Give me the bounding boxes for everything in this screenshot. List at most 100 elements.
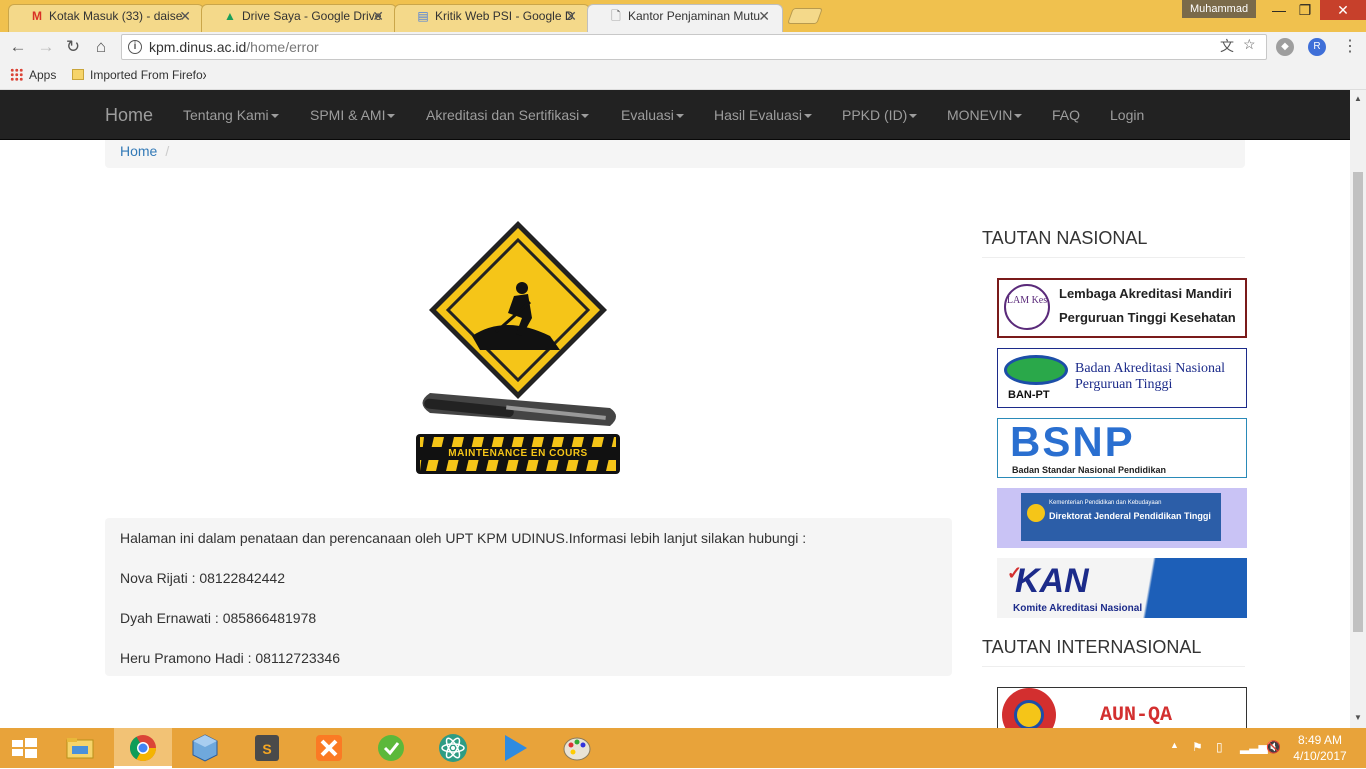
tab-google-drive[interactable]: ▲ Drive Saya - Google Drive ✕ bbox=[201, 4, 397, 32]
aun-qa-link[interactable]: AUN-QA bbox=[997, 687, 1247, 728]
close-tab-icon[interactable]: ✕ bbox=[758, 5, 770, 27]
page-scrollbar[interactable]: ▲ ▼ bbox=[1350, 90, 1366, 728]
nav-faq[interactable]: FAQ bbox=[1052, 90, 1080, 140]
scrollbar-thumb[interactable] bbox=[1353, 172, 1363, 632]
google-docs-icon: ▤ bbox=[417, 9, 429, 23]
ban-pt-emblem-icon bbox=[1004, 355, 1068, 385]
nav-monevin[interactable]: MONEVIN bbox=[947, 90, 1023, 140]
media-player-icon[interactable] bbox=[499, 732, 531, 764]
close-tab-icon[interactable]: ✕ bbox=[565, 5, 577, 27]
dikti-ministry-text: Kementerian Pendidikan dan Kebudayaan bbox=[1049, 500, 1162, 506]
kan-check-icon: ✓ bbox=[1007, 563, 1023, 583]
flag-icon[interactable]: ⚑ bbox=[1192, 740, 1203, 754]
bookmark-star-icon[interactable]: ☆ bbox=[1243, 36, 1256, 53]
tut-wuri-icon bbox=[1027, 504, 1045, 522]
file-explorer-icon[interactable] bbox=[64, 732, 96, 764]
page-icon: 🗋 bbox=[611, 9, 621, 23]
nav-evaluasi[interactable]: Evaluasi bbox=[621, 90, 684, 140]
translate-icon[interactable]: 文 bbox=[1220, 36, 1234, 56]
asean-emblem-inner bbox=[1014, 700, 1044, 728]
tab-gmail[interactable]: M Kotak Masuk (33) - daise ✕ bbox=[8, 4, 204, 32]
lam-ptkes-line2: Perguruan Tinggi Kesehatan bbox=[1059, 310, 1236, 325]
imported-folder-bookmark[interactable]: Imported From Firefox bbox=[72, 68, 206, 82]
clock-date: 4/10/2017 bbox=[1293, 749, 1347, 763]
nav-login[interactable]: Login bbox=[1110, 90, 1144, 140]
breadcrumb-separator: / bbox=[165, 143, 170, 159]
reload-icon[interactable]: ↻ bbox=[63, 37, 83, 57]
sublime-text-icon[interactable]: S bbox=[251, 732, 283, 764]
tab-google-docs[interactable]: ▤ Kritik Web PSI - Google D ✕ bbox=[394, 4, 590, 32]
window-close-icon[interactable]: ✕ bbox=[1320, 0, 1366, 20]
caret-down-icon bbox=[581, 114, 590, 118]
nav-tentang-kami[interactable]: Tentang Kami bbox=[183, 90, 279, 140]
info-icon[interactable]: i bbox=[128, 40, 142, 54]
tab-title: Drive Saya - Google Drive bbox=[242, 9, 382, 23]
google-drive-icon: ▲ bbox=[224, 9, 236, 23]
caret-down-icon bbox=[270, 114, 279, 118]
caret-down-icon bbox=[1014, 114, 1023, 118]
kan-link[interactable]: KAN ✓ Komite Akreditasi Nasional bbox=[997, 558, 1247, 618]
nav-ppkd[interactable]: PPKD (ID) bbox=[842, 90, 918, 140]
site-navbar: Home Tentang Kami SPMI & AMI Akreditasi … bbox=[0, 90, 1350, 140]
folder-icon bbox=[72, 69, 84, 80]
green-app-icon[interactable] bbox=[375, 732, 407, 764]
address-bar[interactable]: i kpm.dinus.ac.id/home/error bbox=[121, 34, 1267, 60]
caret-down-icon bbox=[803, 114, 812, 118]
atom-icon[interactable] bbox=[437, 732, 469, 764]
scroll-down-icon[interactable]: ▼ bbox=[1354, 713, 1362, 722]
tab-kpm-active[interactable]: 🗋 Kantor Penjaminan Mutu ✕ bbox=[587, 4, 783, 33]
lam-ptkes-line1: Lembaga Akreditasi Mandiri bbox=[1059, 286, 1232, 301]
scroll-up-icon[interactable]: ▲ bbox=[1354, 94, 1362, 103]
bsnp-link[interactable]: BSNP Badan Standar Nasional Pendidikan bbox=[997, 418, 1247, 478]
home-icon[interactable]: ⌂ bbox=[91, 37, 111, 57]
tab-title: Kantor Penjaminan Mutu bbox=[628, 9, 761, 23]
nav-spmi-ami[interactable]: SPMI & AMI bbox=[310, 90, 396, 140]
nav-brand-home[interactable]: Home bbox=[105, 90, 153, 140]
maintenance-banner-text: MAINTENANCE EN COURS bbox=[448, 448, 588, 459]
gmail-icon: M bbox=[32, 9, 42, 23]
new-tab-button[interactable] bbox=[787, 8, 823, 24]
browser-toolbar: ← → ↻ ⌂ i kpm.dinus.ac.id/home/error 文 ☆… bbox=[0, 32, 1366, 62]
close-tab-icon[interactable]: ✕ bbox=[179, 5, 191, 27]
menu-icon[interactable]: ⋮ bbox=[1340, 37, 1360, 57]
forward-icon[interactable]: → bbox=[36, 37, 56, 57]
ban-pt-line1: Badan Akreditasi Nasional bbox=[1075, 361, 1226, 376]
profile-button[interactable]: Muhammad bbox=[1182, 0, 1257, 18]
ban-pt-link[interactable]: BAN-PT Badan Akreditasi Nasional Perguru… bbox=[997, 348, 1247, 408]
bookmarks-bar: Apps Imported From Firefox bbox=[0, 62, 1366, 90]
clock-time: 8:49 AM bbox=[1297, 733, 1343, 747]
ban-pt-line2: Perguruan Tinggi bbox=[1075, 377, 1173, 392]
extension-r-icon[interactable]: R bbox=[1308, 38, 1326, 56]
virtualbox-icon[interactable] bbox=[189, 732, 221, 764]
lam-ptkes-link[interactable]: LAM Kes Lembaga Akreditasi Mandiri Pergu… bbox=[997, 278, 1247, 338]
browser-tab-strip: M Kotak Masuk (33) - daise ✕ ▲ Drive Say… bbox=[0, 0, 1366, 33]
xampp-icon[interactable] bbox=[313, 732, 345, 764]
breadcrumb-home-link[interactable]: Home bbox=[120, 143, 157, 159]
close-tab-icon[interactable]: ✕ bbox=[372, 5, 384, 27]
paint-icon[interactable] bbox=[561, 732, 593, 764]
tab-title: Kritik Web PSI - Google D bbox=[435, 9, 574, 23]
device-icon[interactable]: ▯ bbox=[1216, 740, 1223, 754]
volume-muted-icon[interactable]: 🔇 bbox=[1266, 740, 1281, 754]
nav-hasil-evaluasi[interactable]: Hasil Evaluasi bbox=[714, 90, 812, 140]
windows-start-icon[interactable] bbox=[8, 732, 40, 764]
chrome-icon[interactable] bbox=[127, 732, 159, 764]
bsnp-caption: Badan Standar Nasional Pendidikan bbox=[1012, 465, 1167, 475]
lam-ptkes-logo: LAM Kes bbox=[1004, 284, 1050, 330]
breadcrumb: Home / bbox=[105, 140, 1245, 168]
restore-icon[interactable]: ❐ bbox=[1290, 0, 1320, 20]
network-signal-icon[interactable]: ▂▃▅ bbox=[1240, 740, 1268, 754]
back-icon[interactable]: ← bbox=[8, 37, 28, 57]
contact-nova: Nova Rijati : 08122842442 bbox=[120, 570, 286, 586]
system-clock[interactable]: 8:49 AM 4/10/2017 bbox=[1290, 732, 1350, 764]
aun-qa-logo-text: AUN-QA bbox=[1100, 704, 1173, 727]
dikti-directorate-text: Direktorat Jenderal Pendidikan Tinggi bbox=[1049, 511, 1211, 521]
tab-title: Kotak Masuk (33) - daise bbox=[49, 9, 183, 23]
national-links-heading: TAUTAN NASIONAL bbox=[982, 228, 1245, 258]
caret-down-icon bbox=[387, 114, 396, 118]
dikti-link[interactable]: Kementerian Pendidikan dan Kebudayaan Di… bbox=[997, 488, 1247, 548]
nav-akreditasi[interactable]: Akreditasi dan Sertifikasi bbox=[426, 90, 590, 140]
show-hidden-icons-icon[interactable]: ▲ bbox=[1170, 740, 1179, 750]
apps-bookmark[interactable]: Apps bbox=[10, 68, 56, 82]
extension-icon[interactable]: ◆ bbox=[1276, 38, 1294, 56]
